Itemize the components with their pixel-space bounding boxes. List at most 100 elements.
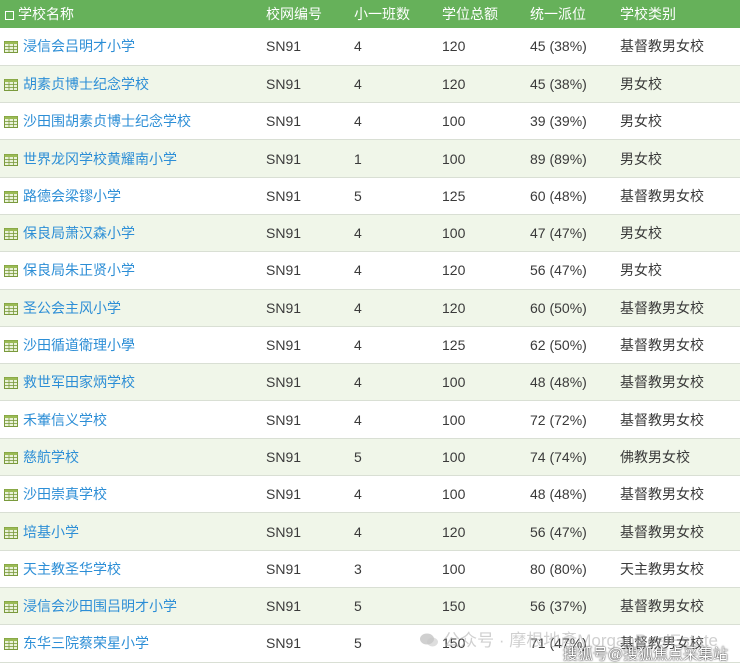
total-places-cell: 125 <box>442 187 466 204</box>
school-link[interactable]: 沙田崇真学校 <box>23 486 107 502</box>
total-places-cell: 120 <box>442 523 466 540</box>
header-school-category[interactable]: 学校类别 <box>618 0 740 28</box>
p1-classes-cell: 4 <box>354 486 362 503</box>
school-name-cell: 禾輋信义学校 <box>0 401 264 438</box>
spreadsheet-icon <box>4 488 18 502</box>
total-places-cell: 100 <box>442 560 466 577</box>
central-allocation-cell: 48 (48%) <box>530 374 587 391</box>
central-allocation-cell: 89 (89%) <box>530 150 587 167</box>
table-row: 浸信会吕明才小学 SN91 4 120 45 (38%) 基督教男女校 <box>0 28 740 66</box>
school-link[interactable]: 世界龙冈学校黄耀南小学 <box>23 151 177 167</box>
school-name-cell: 天主教圣华学校 <box>0 550 264 587</box>
school-category-cell: 佛教男女校 <box>620 448 690 465</box>
net-number-cell: SN91 <box>266 262 302 279</box>
table-row: 慈航学校 SN91 5 100 74 (74%) 佛教男女校 <box>0 438 740 476</box>
school-link[interactable]: 路德会梁镠小学 <box>23 188 121 204</box>
p1-classes-cell: 5 <box>354 187 362 204</box>
p1-classes-cell: 4 <box>354 337 362 354</box>
central-allocation-cell: 48 (48%) <box>530 486 587 503</box>
p1-classes-cell: 5 <box>354 448 362 465</box>
central-allocation-cell: 62 (50%) <box>530 337 587 354</box>
school-link[interactable]: 天主教圣华学校 <box>23 561 121 577</box>
net-number-cell: SN91 <box>266 598 302 615</box>
spreadsheet-icon <box>4 600 18 614</box>
school-link[interactable]: 慈航学校 <box>23 449 79 465</box>
central-allocation-cell: 56 (47%) <box>530 262 587 279</box>
school-name-cell: 沙田崇真学校 <box>0 476 264 513</box>
school-name-cell: 浸信会吕明才小学 <box>0 28 264 65</box>
total-places-cell: 100 <box>442 374 466 391</box>
spreadsheet-icon <box>4 563 18 576</box>
spreadsheet-icon <box>4 78 18 91</box>
school-link[interactable]: 浸信会吕明才小学 <box>23 38 135 54</box>
net-number-cell: SN91 <box>266 337 302 354</box>
spreadsheet-icon <box>4 526 18 539</box>
school-link[interactable]: 禾輋信义学校 <box>23 412 107 428</box>
spreadsheet-icon <box>4 190 18 203</box>
net-number-cell: SN91 <box>266 75 302 92</box>
school-link[interactable]: 沙田围胡素贞博士纪念学校 <box>23 113 191 129</box>
total-places-cell: 120 <box>442 75 466 92</box>
central-allocation-cell: 60 (50%) <box>530 299 587 316</box>
total-places-cell: 120 <box>442 38 466 55</box>
table-body: 浸信会吕明才小学 SN91 4 120 45 (38%) 基督教男女校 胡素贞博士纪念学校 S… <box>0 28 740 663</box>
table-row: 沙田循道衛理小學 SN91 4 125 62 (50%) 基督教男女校 <box>0 326 740 364</box>
school-link[interactable]: 保良局朱正贤小学 <box>23 262 135 278</box>
school-name-cell: 慈航学校 <box>0 438 264 475</box>
net-number-cell: SN91 <box>266 560 302 577</box>
school-link[interactable]: 圣公会主风小学 <box>23 300 121 316</box>
net-number-cell: SN91 <box>266 38 302 55</box>
central-allocation-cell: 47 (47%) <box>530 225 587 242</box>
checkbox-icon <box>5 11 14 20</box>
central-allocation-cell: 60 (48%) <box>530 187 587 204</box>
school-category-cell: 基督教男女校 <box>620 523 704 540</box>
table-row: 沙田围胡素贞博士纪念学校 SN91 4 100 39 (39%) 男女校 <box>0 102 740 140</box>
school-name-cell: 沙田循道衛理小學 <box>0 326 264 363</box>
school-category-cell: 基督教男女校 <box>620 38 704 55</box>
school-link[interactable]: 沙田循道衛理小學 <box>23 337 135 353</box>
header-school-name[interactable]: 学校名称 <box>0 0 264 28</box>
school-name-cell: 救世军田家炳学校 <box>0 364 264 401</box>
p1-classes-cell: 3 <box>354 560 362 577</box>
school-link[interactable]: 胡素贞博士纪念学校 <box>23 76 149 92</box>
p1-classes-cell: 4 <box>354 374 362 391</box>
p1-classes-cell: 5 <box>354 598 362 615</box>
school-category-cell: 男女校 <box>620 225 662 242</box>
school-name-cell: 浸信会沙田围吕明才小学 <box>0 587 264 624</box>
net-number-cell: SN91 <box>266 635 302 652</box>
header-central-allocation[interactable]: 统一派位 <box>528 0 618 28</box>
central-allocation-cell: 45 (38%) <box>530 75 587 92</box>
p1-classes-cell: 4 <box>354 225 362 242</box>
school-name-cell: 沙田围胡素贞博士纪念学校 <box>0 103 264 140</box>
school-link[interactable]: 浸信会沙田围吕明才小学 <box>23 598 177 614</box>
central-allocation-cell: 56 (47%) <box>530 523 587 540</box>
header-p1-classes[interactable]: 小一班数 <box>352 0 440 28</box>
table-row: 圣公会主风小学 SN91 4 120 60 (50%) 基督教男女校 <box>0 289 740 327</box>
central-allocation-cell: 80 (80%) <box>530 560 587 577</box>
school-category-cell: 基督教男女校 <box>620 486 704 503</box>
table-row: 禾輋信义学校 SN91 4 100 72 (72%) 基督教男女校 <box>0 400 740 439</box>
school-name-cell: 保良局朱正贤小学 <box>0 252 264 289</box>
central-allocation-cell: 56 (37%) <box>530 598 587 615</box>
wechat-icon <box>420 633 439 647</box>
school-category-cell: 男女校 <box>620 113 662 130</box>
source-label: 搜狐号@搜狐焦点采集站 <box>562 646 728 663</box>
school-link[interactable]: 救世军田家炳学校 <box>23 374 135 390</box>
school-name-cell: 保良局萧汉森小学 <box>0 214 264 251</box>
total-places-cell: 100 <box>442 150 466 167</box>
table-row: 培基小学 SN91 4 120 56 (47%) 基督教男女校 <box>0 512 740 551</box>
spreadsheet-icon <box>4 451 18 464</box>
school-category-cell: 男女校 <box>620 150 662 167</box>
spreadsheet-icon <box>4 414 18 427</box>
school-category-cell: 男女校 <box>620 75 662 92</box>
school-link[interactable]: 东华三院蔡荣星小学 <box>23 635 149 651</box>
total-places-cell: 100 <box>442 225 466 242</box>
school-link[interactable]: 培基小学 <box>23 524 79 540</box>
net-number-cell: SN91 <box>266 448 302 465</box>
header-total-places[interactable]: 学位总额 <box>440 0 528 28</box>
header-net-number[interactable]: 校网编号 <box>264 0 352 28</box>
net-number-cell: SN91 <box>266 150 302 167</box>
net-number-cell: SN91 <box>266 523 302 540</box>
central-allocation-cell: 39 (39%) <box>530 113 587 130</box>
school-link[interactable]: 保良局萧汉森小学 <box>23 225 135 241</box>
